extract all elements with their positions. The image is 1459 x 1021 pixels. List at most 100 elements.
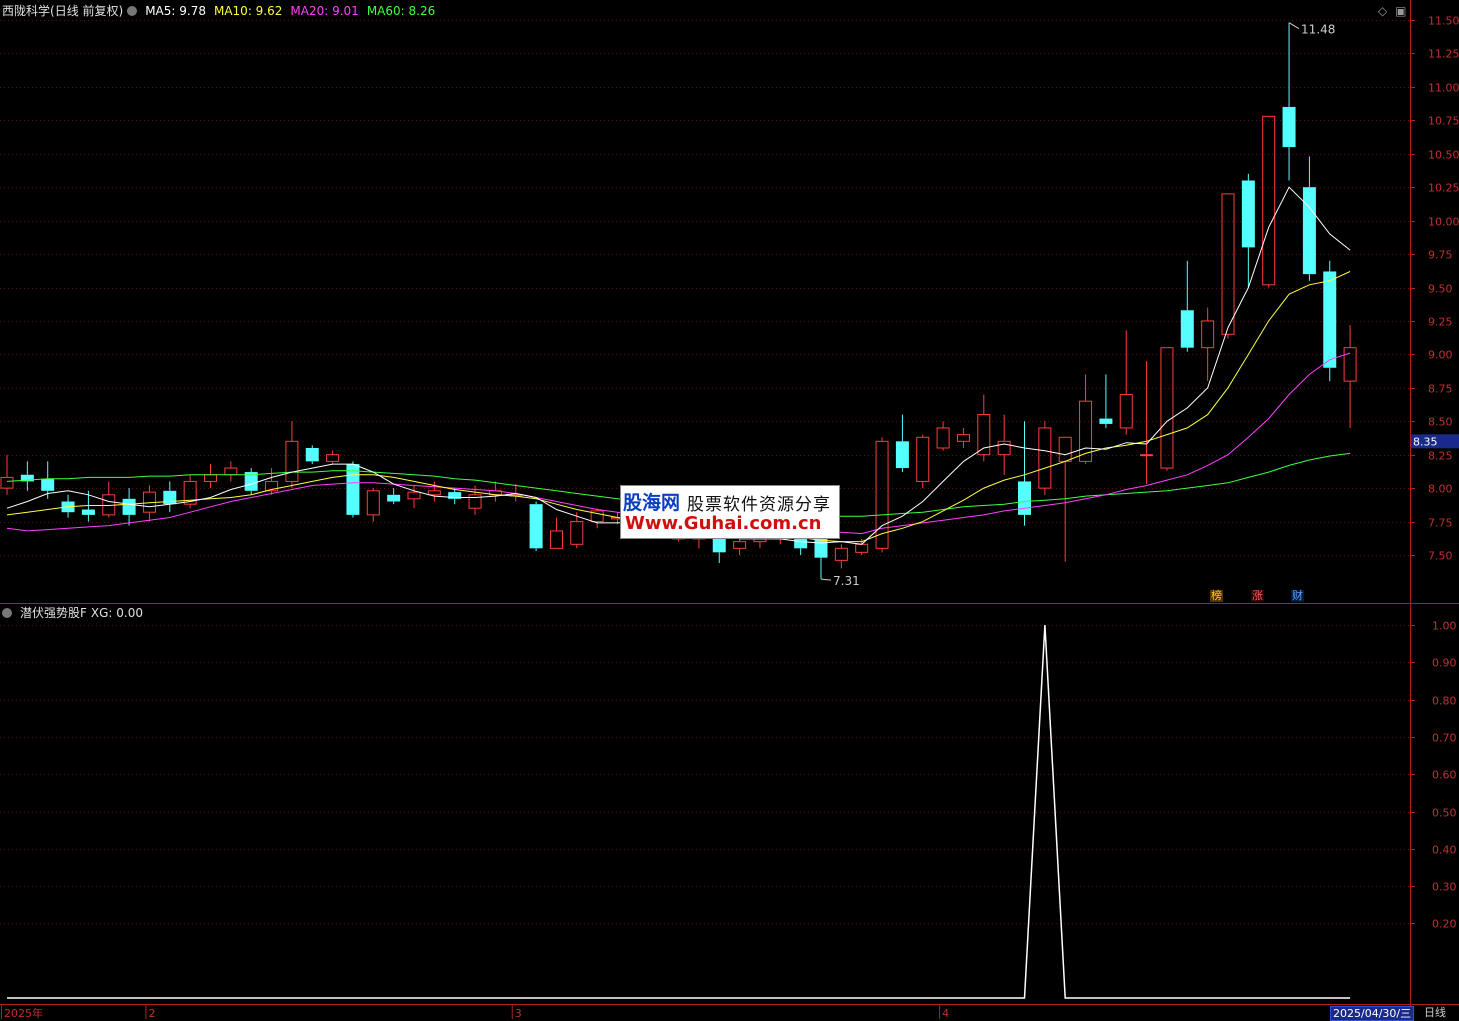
price-tick-label: 7.75 [1428,517,1453,530]
price-tick-label: 11.00 [1428,82,1459,95]
indicator-title: 潜伏强势股F [20,606,87,620]
candle-body [346,464,360,515]
indicator-tick-label: 0.80 [1432,695,1457,708]
candle-body [1160,347,1174,469]
toolbar-icons: ◇ ▣ [1378,4,1406,18]
price-tick-label: 9.75 [1428,249,1453,262]
candle-body [1302,187,1316,275]
indicator-tick-label: 0.70 [1432,732,1457,745]
candle-body [285,440,299,482]
indicator-tick-label: 0.20 [1432,918,1457,931]
watermark-url: Www.Guhai.com.cn [625,513,822,534]
high-label: 11.48 [1301,23,1335,37]
candle-body [305,448,319,462]
low-marker [820,578,832,581]
low-label: 7.31 [833,574,860,588]
price-tick-label: 8.75 [1428,383,1453,396]
candle-body [916,436,930,482]
stock-name: 西陇科学 [2,4,51,18]
price-tick-label: 10.00 [1428,216,1459,229]
candle-body [570,521,584,545]
price-tick-label: 8.50 [1428,416,1453,429]
badge-zhang[interactable]: 涨 [1251,590,1264,602]
candle-body [1282,106,1296,148]
candle-body [855,543,869,553]
indicator-tick-label: 0.90 [1432,657,1457,670]
month-label: 3 [515,1007,522,1019]
price-tick-label: 10.75 [1428,115,1459,128]
candle-body [407,491,421,500]
last-price-label: 8.35 [1413,435,1438,448]
candle-body [1262,115,1276,286]
candle-body [997,440,1011,456]
candle-body [0,476,14,489]
square-icon[interactable]: ▣ [1395,4,1406,18]
candle-body [1241,180,1255,248]
indicator-tick-label: 1.00 [1432,620,1457,633]
ma5-value: MA5: 9.78 [145,4,206,18]
price-tick-label: 8.25 [1428,450,1453,463]
price-tick-label: 10.50 [1428,149,1459,162]
candle-body [1221,193,1235,335]
chevron-down-icon[interactable] [2,608,12,618]
main-header: 西陇科学(日线 前复权) MA5: 9.78 MA10: 9.62 MA20: 9.0… [2,4,443,18]
badge-bang[interactable]: 榜 [1210,590,1223,602]
candle-body [1343,347,1357,382]
indicator-tick-label: 0.40 [1432,844,1457,857]
chart-mode: (日线 前复权) [50,4,124,18]
candle-body [1180,310,1194,348]
high-marker [1288,22,1300,30]
price-tick-label: 11.50 [1428,15,1459,28]
candle-body [895,441,909,469]
indicator-tick-label: 0.50 [1432,807,1457,820]
candle-body [834,547,848,561]
watermark: 股海网 股票软件资源分享 Www.Guhai.com.cn [620,485,840,539]
indicator-tick-label: 0.30 [1432,881,1457,894]
indicator-tick-label: 0.60 [1432,769,1457,782]
month-label: 2025年 [4,1006,43,1019]
ma60-value: MA60: 8.26 [366,4,436,18]
candle-body [41,478,55,491]
candle-body [1058,436,1072,462]
month-label: 2 [148,1007,155,1019]
price-tick-label: 9.25 [1428,316,1453,329]
candle-body [549,530,563,549]
candle-body [956,434,970,442]
candle-body [366,490,380,516]
xg-line [7,624,1351,999]
watermark-title: 股海网 [623,492,681,514]
price-tick-label: 8.00 [1428,483,1453,496]
candle-body [1018,481,1031,515]
candle-body [977,414,991,456]
candle-body [122,498,136,515]
price-tick-label: 9.00 [1428,349,1453,362]
ma20-value: MA20: 9.01 [290,4,359,18]
period-tag[interactable]: 日线 [1424,1006,1446,1019]
candle-body [936,427,950,449]
price-tick-label: 10.25 [1428,182,1459,195]
watermark-subtitle: 股票软件资源分享 [687,495,831,515]
indicator-value: XG: 0.00 [90,606,144,620]
candle-body [1140,454,1154,457]
candle-body [1099,418,1113,424]
price-tick-label: 11.25 [1428,48,1459,61]
price-tick-label: 9.50 [1428,283,1453,296]
ma10-value: MA10: 9.62 [213,4,283,18]
candle-body [733,541,747,549]
candle-body [529,504,543,549]
candle-body [1038,427,1052,489]
candle-body [204,474,217,482]
candle-body [1119,394,1133,429]
candle-body [81,509,95,515]
candle-body [427,490,441,496]
chevron-down-icon[interactable] [127,6,138,16]
candle-body [224,467,238,476]
candle-body [387,494,401,502]
price-tick-label: 7.50 [1428,550,1453,563]
candle-body [1323,271,1337,368]
month-label: 4 [942,1007,949,1019]
diamond-icon[interactable]: ◇ [1378,4,1387,18]
badge-cai[interactable]: 财 [1291,590,1304,602]
indicator-header: 潜伏强势股F XG: 0.00 [2,606,151,620]
candle-body [1201,320,1215,349]
